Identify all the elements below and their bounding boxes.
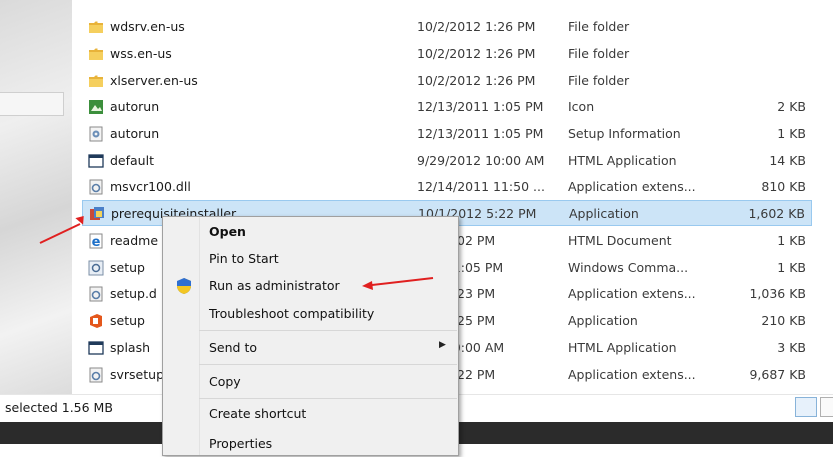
menu-item-label: Troubleshoot compatibility [209,306,375,321]
html-document-icon: e [88,233,104,250]
file-type: HTML Application [568,340,677,355]
file-name: svrsetup [110,367,165,382]
file-name: autorun [110,99,160,114]
context-menu: Open Pin to Start Run as administrator T… [162,216,459,456]
file-type: Application extens... [568,367,696,382]
file-type: Application [568,313,638,328]
file-name: autorun [110,126,160,141]
file-size: 1 KB [777,126,806,141]
submenu-arrow-icon: ▶ [439,340,446,350]
file-type: File folder [568,19,630,34]
file-type: Windows Comma... [568,260,689,275]
file-date: 12/13/2011 1:05 PM [417,126,544,141]
svg-text:e: e [92,235,101,249]
file-size: 3 KB [777,340,806,355]
navigation-pane-background [0,0,72,394]
dll-icon [88,179,104,195]
large-icons-view-button[interactable] [820,397,833,417]
file-type: HTML Application [568,153,677,168]
menu-item-label: Pin to Start [209,251,279,266]
dll-icon [88,367,104,383]
file-row[interactable]: wdsrv.en-us 10/2/2012 1:26 PM File folde… [82,14,812,40]
file-date: 12/13/2011 1:05 PM [417,99,544,114]
file-name: splash [110,340,151,355]
file-date: 10/2/2012 1:26 PM [417,19,536,34]
file-date: 9/29/2012 10:00 AM [417,153,545,168]
file-size: 1,602 KB [748,206,805,221]
folder-icon [88,46,104,62]
file-date: 12/14/2011 11:50 ... [417,179,545,194]
file-name: wss.en-us [110,46,172,61]
file-date: 10/2/2012 1:26 PM [417,73,536,88]
file-type: HTML Document [568,233,672,248]
window-app-icon [88,153,104,169]
file-row[interactable]: autorun 12/13/2011 1:05 PM Setup Informa… [82,121,812,147]
menu-separator [199,330,457,331]
file-name: setup.d [110,286,157,301]
details-view-button[interactable] [795,397,817,417]
menu-item-properties[interactable]: Properties [163,431,458,457]
file-size: 1 KB [777,260,806,275]
file-type: File folder [568,46,630,61]
file-row[interactable]: msvcr100.dll 12/14/2011 11:50 ... Applic… [82,174,812,200]
file-name: wdsrv.en-us [110,19,185,34]
file-row[interactable]: xlserver.en-us 10/2/2012 1:26 PM File fo… [82,68,812,94]
status-text: selected 1.56 MB [5,400,113,415]
file-type: Application extens... [568,179,696,194]
file-name: setup [110,313,145,328]
file-name: msvcr100.dll [110,179,191,194]
menu-item-label: Create shortcut [209,406,307,421]
window-app-icon [88,340,104,356]
menu-item-pin-to-start[interactable]: Pin to Start [163,246,458,272]
menu-item-open[interactable]: Open [163,219,458,245]
menu-item-label: Open [209,224,246,239]
file-name: xlserver.en-us [110,73,198,88]
folder-icon [88,19,104,35]
file-date: 10/2/2012 1:26 PM [417,46,536,61]
menu-item-send-to[interactable]: Send to ▶ [163,335,458,361]
file-size: 1,036 KB [749,286,806,301]
file-name: readme [110,233,159,248]
file-name: default [110,153,154,168]
installer-icon [89,206,105,222]
menu-item-troubleshoot-compatibility[interactable]: Troubleshoot compatibility [163,301,458,327]
file-type: Icon [568,99,595,114]
menu-separator [199,364,457,365]
file-type: Application extens... [568,286,696,301]
file-type: Application [569,206,639,221]
file-row[interactable]: wss.en-us 10/2/2012 1:26 PM File folder [82,41,812,67]
file-type: File folder [568,73,630,88]
file-name: setup [110,260,145,275]
dll-icon [88,286,104,302]
file-size: 9,687 KB [749,367,806,382]
file-size: 210 KB [761,313,806,328]
menu-item-create-shortcut[interactable]: Create shortcut [163,401,458,427]
file-size: 810 KB [761,179,806,194]
menu-separator [199,398,457,399]
uac-shield-icon [175,277,193,295]
file-type: Setup Information [568,126,681,141]
menu-item-copy[interactable]: Copy [163,369,458,395]
menu-item-label: Copy [209,374,241,389]
file-size: 1 KB [777,233,806,248]
image-file-icon [88,99,104,115]
file-size: 14 KB [769,153,806,168]
menu-item-label: Send to [209,340,258,355]
folder-icon [88,73,104,89]
setup-info-icon [88,126,104,142]
command-file-icon [88,260,104,276]
menu-item-label: Run as administrator [209,278,340,293]
file-size: 2 KB [777,99,806,114]
navigation-pane-item[interactable] [0,92,64,116]
file-row[interactable]: default 9/29/2012 10:00 AM HTML Applicat… [82,148,812,174]
file-row[interactable]: autorun 12/13/2011 1:05 PM Icon 2 KB [82,94,812,120]
office-setup-icon [88,313,104,329]
menu-item-run-as-administrator[interactable]: Run as administrator [163,273,458,299]
